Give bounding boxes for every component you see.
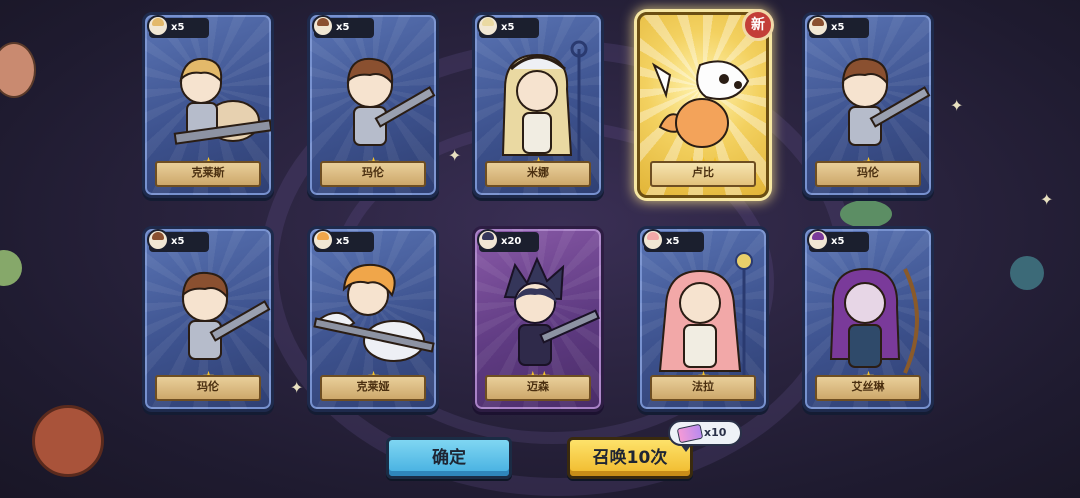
hero-avatar-icon <box>147 229 169 251</box>
hero-card[interactable]: x5 ★ 玛伦 <box>802 12 934 198</box>
hero-name-label: 克莱娅 <box>320 375 426 401</box>
sparkle-icon: ✦ <box>448 146 462 165</box>
hero-card[interactable]: x5 ★ 克莱斯 <box>142 12 274 198</box>
hero-avatar-icon <box>642 229 664 251</box>
hero-avatar-icon <box>477 15 499 37</box>
summon-cost-bubble: x10 <box>668 420 742 452</box>
hero-avatar-icon <box>312 15 334 37</box>
hero-card-new[interactable]: ★★★ 卢比 <box>637 12 769 198</box>
hero-card[interactable]: x5 ★ 米娜 <box>472 12 604 198</box>
sparkle-icon: ✦ <box>1040 190 1054 209</box>
hero-name-label: 法拉 <box>650 375 756 401</box>
hero-name-label: 玛伦 <box>320 161 426 187</box>
hero-card[interactable]: x20 ★★ 迈森 <box>472 226 604 412</box>
hero-card[interactable]: x5 ★ 艾丝琳 <box>802 226 934 412</box>
planet-decoration <box>1010 256 1044 290</box>
hero-card[interactable]: x5 ★ 玛伦 <box>142 226 274 412</box>
confirm-button[interactable]: 确定 <box>386 437 512 479</box>
hero-card[interactable]: x5 ★ 克莱娅 <box>307 226 439 412</box>
sparkle-icon: ✦ <box>290 378 304 397</box>
hero-avatar-icon <box>477 229 499 251</box>
hero-portrait <box>313 263 435 362</box>
hero-name-label: 艾丝琳 <box>815 375 921 401</box>
planet-decoration <box>0 42 36 98</box>
hero-name-label: 迈森 <box>485 375 591 401</box>
hero-portrait <box>841 57 931 146</box>
hero-name-label: 米娜 <box>485 161 591 187</box>
hero-portrait <box>658 252 753 379</box>
summon-ticket-icon <box>676 423 704 444</box>
planet-decoration <box>32 405 104 477</box>
hero-card[interactable]: x5 ★ 玛伦 <box>307 12 439 198</box>
hero-portrait <box>829 267 919 374</box>
planet-decoration <box>840 200 892 228</box>
hero-portrait <box>651 60 750 148</box>
hero-portrait <box>173 57 271 145</box>
hero-portrait <box>501 40 588 165</box>
hero-name-label: 玛伦 <box>155 375 261 401</box>
hero-portrait <box>346 57 436 146</box>
hero-card[interactable]: x5 ★ 法拉 <box>637 226 769 412</box>
new-badge: 新 <box>742 9 774 41</box>
sparkle-icon: ✦ <box>950 96 964 115</box>
hero-name-label: 卢比 <box>650 161 756 187</box>
planet-decoration <box>0 250 22 286</box>
hero-name-label: 玛伦 <box>815 161 921 187</box>
hero-avatar-icon <box>147 15 169 37</box>
hero-name-label: 克莱斯 <box>155 161 261 187</box>
hero-avatar-icon <box>312 229 334 251</box>
hero-portrait <box>503 256 600 366</box>
hero-avatar-icon <box>807 15 829 37</box>
hero-portrait <box>181 271 271 360</box>
summon-cost-amount: x10 <box>704 426 727 439</box>
hero-avatar-icon <box>807 229 829 251</box>
